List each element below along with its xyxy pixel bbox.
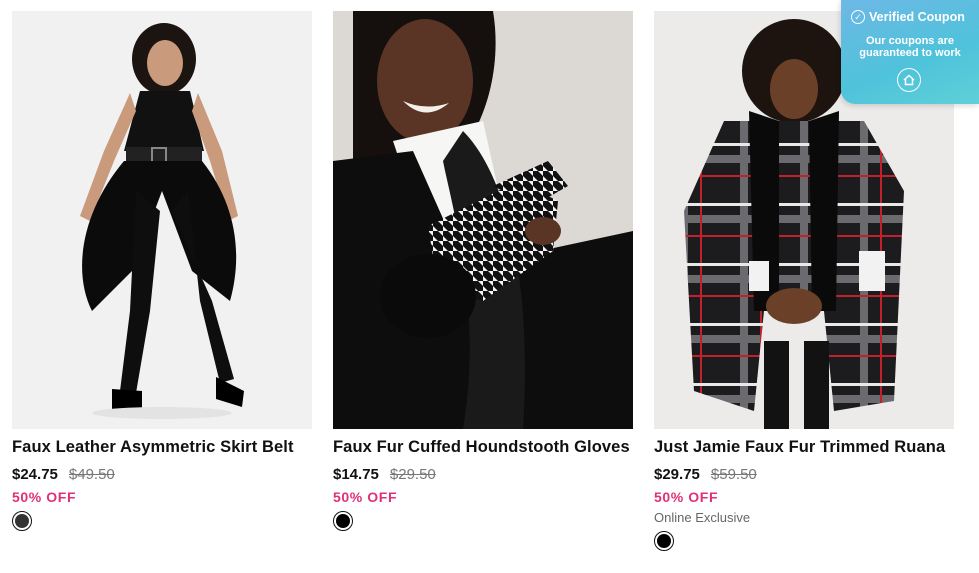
online-exclusive-label: Online Exclusive [654, 510, 751, 525]
original-price: $29.50 [389, 466, 436, 483]
coupon-title-text: Verified Coupon [869, 10, 965, 24]
coupon-title: ✓ Verified Coupon [851, 10, 965, 24]
product-name[interactable]: Just Jamie Faux Fur Trimmed Ruana [654, 438, 954, 457]
color-swatch[interactable] [12, 511, 32, 531]
sale-price: $29.75 [654, 466, 700, 483]
model-photo-skirt-belt [12, 11, 312, 429]
price-row: $14.75 $29.50 [333, 466, 633, 483]
model-photo-gloves [333, 11, 633, 429]
price-row: $29.75 $59.50 [654, 466, 954, 483]
product-image[interactable] [333, 11, 633, 429]
coupon-message-line1: Our coupons are [865, 35, 955, 47]
product-name[interactable]: Faux Leather Asymmetric Skirt Belt [12, 438, 312, 457]
sale-price: $24.75 [12, 466, 58, 483]
swatch-dot [15, 514, 29, 528]
swatch-dot [336, 514, 350, 528]
color-swatch[interactable] [333, 511, 353, 531]
original-price: $49.50 [68, 466, 115, 483]
discount-label: 50% OFF [12, 489, 77, 505]
swatch-dot [657, 534, 671, 548]
discount-label: 50% OFF [654, 489, 719, 505]
sale-price: $14.75 [333, 466, 379, 483]
discount-label: 50% OFF [333, 489, 398, 505]
verified-coupon-popup[interactable]: ✓ Verified Coupon Our coupons are guaran… [841, 0, 979, 104]
price-row: $24.75 $49.50 [12, 466, 312, 483]
check-circle-icon: ✓ [851, 10, 865, 24]
original-price: $59.50 [710, 466, 757, 483]
color-swatch[interactable] [654, 531, 674, 551]
product-card[interactable]: Faux Fur Cuffed Houndstooth Gloves $14.7… [333, 11, 633, 531]
product-card[interactable]: Faux Leather Asymmetric Skirt Belt $24.7… [12, 11, 312, 531]
product-image[interactable] [12, 11, 312, 429]
home-icon[interactable] [897, 68, 921, 92]
product-name[interactable]: Faux Fur Cuffed Houndstooth Gloves [333, 438, 633, 457]
coupon-message-line2: guaranteed to work [859, 47, 961, 59]
coupon-message: Our coupons are guaranteed to work [841, 35, 979, 59]
